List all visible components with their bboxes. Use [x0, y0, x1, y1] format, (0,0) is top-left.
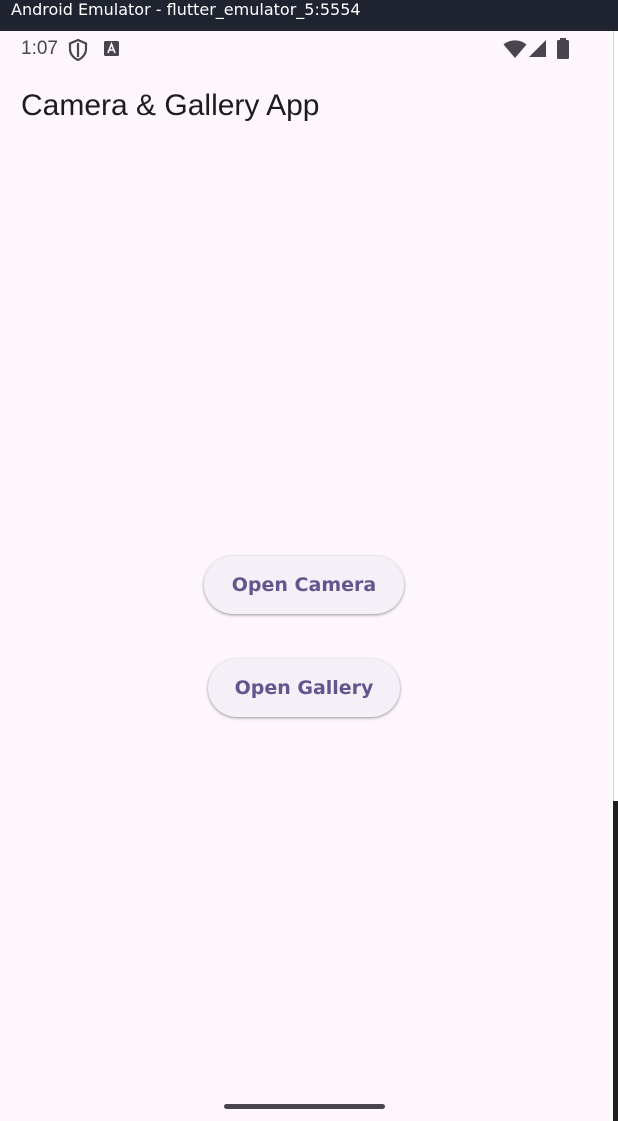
app-title: Camera & Gallery App — [21, 89, 320, 122]
signal-icon — [528, 39, 547, 63]
status-time: 1:07 — [21, 38, 58, 59]
open-camera-button[interactable]: Open Camera — [204, 556, 404, 614]
shield-icon — [68, 38, 88, 66]
window-scrollbar[interactable] — [613, 31, 618, 801]
emulator-window: Android Emulator - flutter_emulator_5:55… — [0, 0, 618, 1121]
wifi-icon — [503, 39, 527, 64]
status-bar: 1:07 — [0, 31, 611, 67]
window-title: Android Emulator - flutter_emulator_5:55… — [11, 0, 361, 19]
a-badge-icon — [104, 41, 119, 61]
battery-icon — [556, 38, 570, 64]
gesture-nav-handle[interactable] — [224, 1104, 385, 1109]
window-right-edge — [611, 31, 618, 1121]
window-titlebar[interactable]: Android Emulator - flutter_emulator_5:55… — [0, 0, 618, 31]
device-screen: 1:07 Camera & Gallery App Open Camera Op… — [0, 31, 611, 1121]
open-gallery-button[interactable]: Open Gallery — [208, 659, 400, 717]
